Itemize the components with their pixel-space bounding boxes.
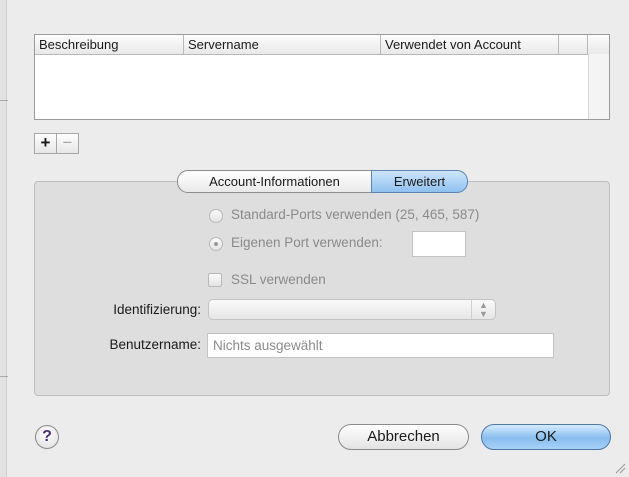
ssl-checkbox[interactable] — [208, 273, 222, 287]
remove-server-button[interactable]: − — [56, 133, 79, 154]
left-edge-mark — [0, 376, 8, 377]
table-header: Beschreibung Servername Verwendet von Ac… — [35, 35, 609, 55]
column-header-used-by-account[interactable]: Verwendet von Account — [381, 35, 559, 54]
smtp-server-sheet: Beschreibung Servername Verwendet von Ac… — [0, 0, 629, 477]
column-header-extra — [559, 35, 588, 54]
window-left-edge — [0, 0, 7, 477]
username-label: Benutzername: — [109, 337, 201, 352]
left-edge-mark — [0, 100, 8, 101]
tab-advanced[interactable]: Erweitert — [371, 170, 468, 193]
add-server-button[interactable]: + — [34, 133, 57, 154]
custom-port-radio[interactable] — [209, 237, 223, 251]
standard-ports-label: Standard-Ports verwenden (25, 465, 587) — [231, 207, 480, 222]
radio-selected-dot — [214, 242, 218, 246]
username-field[interactable]: Nichts ausgewählt — [207, 333, 554, 358]
custom-port-field[interactable] — [412, 231, 466, 257]
authentication-popup[interactable]: ▲ ▼ — [208, 299, 496, 320]
tab-account-information[interactable]: Account-Informationen — [177, 170, 372, 193]
column-header-description[interactable]: Beschreibung — [35, 35, 184, 54]
authentication-label: Identifizierung: — [113, 302, 201, 317]
cancel-button[interactable]: Abbrechen — [338, 424, 469, 450]
standard-ports-radio[interactable] — [209, 209, 223, 223]
ok-button[interactable]: OK — [481, 424, 611, 450]
help-button[interactable]: ? — [35, 425, 59, 449]
custom-port-label: Eigenen Port verwenden: — [231, 235, 383, 250]
column-header-servername[interactable]: Servername — [184, 35, 381, 54]
ssl-label: SSL verwenden — [231, 272, 326, 287]
resize-grip-icon[interactable] — [614, 462, 626, 474]
server-list-table[interactable]: Beschreibung Servername Verwendet von Ac… — [34, 34, 610, 120]
popup-arrows-icon: ▲ ▼ — [471, 300, 495, 319]
table-scroll-column — [588, 54, 609, 119]
